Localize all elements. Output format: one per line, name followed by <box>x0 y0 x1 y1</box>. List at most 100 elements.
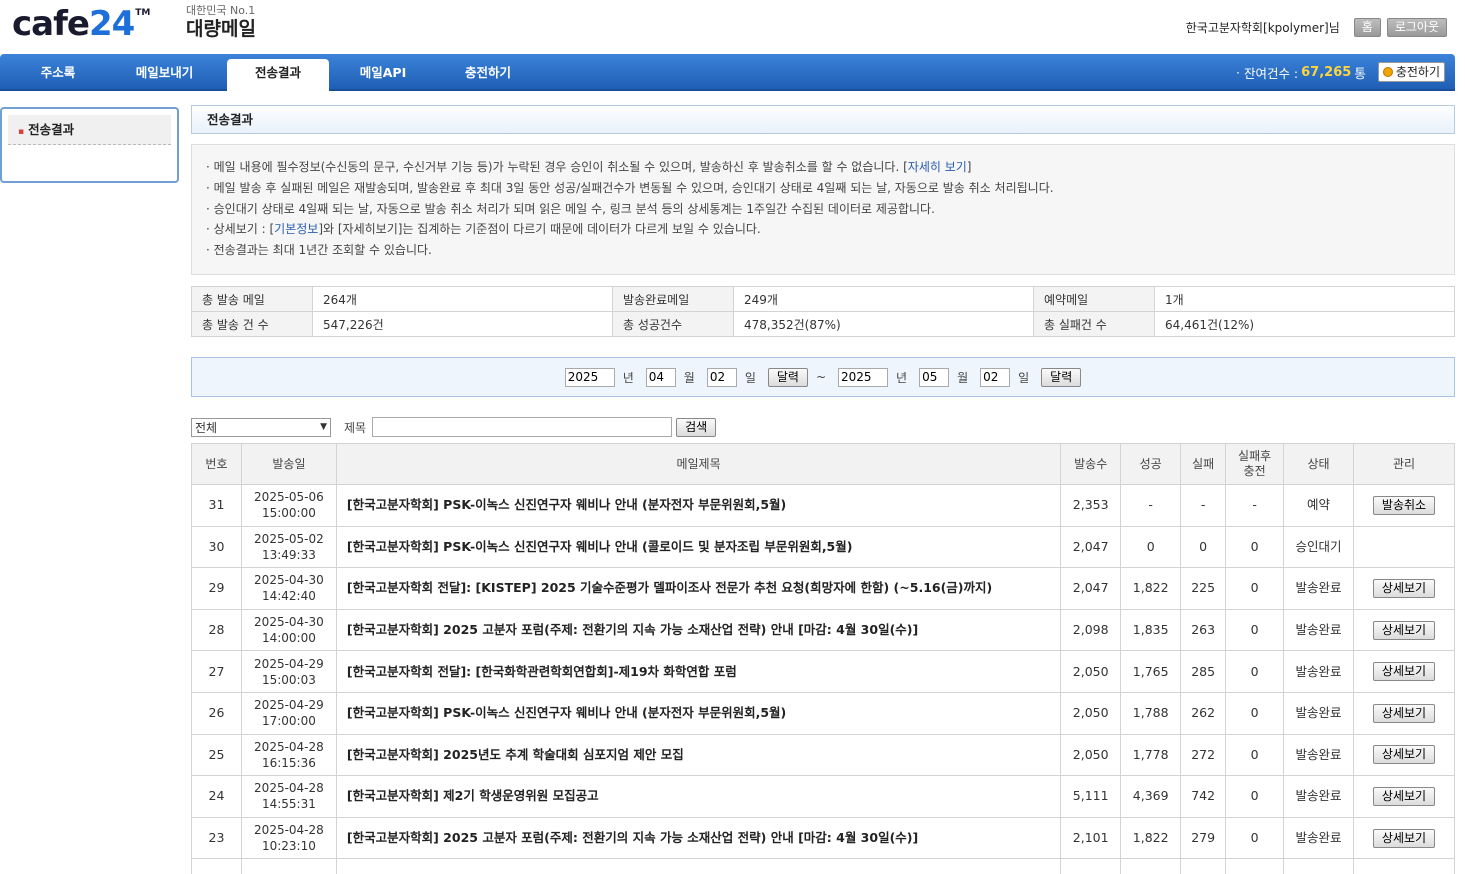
main-content: 전송결과 · 메일 내용에 필수정보(수신동의 문구, 수신거부 기능 등)가 … <box>191 105 1455 874</box>
cancel-send-button[interactable]: 발송취소 <box>1372 495 1436 515</box>
view-detail-button[interactable]: 상세보기 <box>1372 786 1436 806</box>
search-bar: 전체 ▼ 제목 검색 <box>191 417 1455 437</box>
to-day-input[interactable] <box>980 367 1011 387</box>
nav-tab-address-book[interactable]: 주소록 <box>8 54 108 91</box>
row-fail: 263 <box>1180 608 1227 652</box>
row-sent: 2,353 <box>1060 484 1122 527</box>
row-success: 1,822 <box>1120 567 1182 610</box>
to-month-input[interactable] <box>919 367 950 387</box>
nav-tab-send-results[interactable]: 전송결과 <box>227 59 329 93</box>
result-table: 번호 발송일 메일제목 발송수 성공 실패 실패후 충전 상태 관리 31 2025… <box>191 443 1455 874</box>
col-fail: 실패 <box>1180 443 1227 485</box>
row-fail: 742 <box>1180 775 1227 818</box>
row-no: 30 <box>191 525 242 569</box>
year-unit: 년 <box>622 370 634 385</box>
from-day-input[interactable] <box>706 367 737 387</box>
from-year-input[interactable] <box>564 367 615 387</box>
basic-info-link[interactable]: 기본정보 <box>274 222 318 236</box>
row-subject[interactable]: [한국고분자학회] PSK-이녹스 신진연구자 웨비나 안내 (분자전자 부문위… <box>335 484 1062 527</box>
row-subject[interactable]: [한국고분자학회] 제2기 학생운영위원 모집공고 <box>335 775 1062 818</box>
charge-button[interactable]: 충전하기 <box>1377 62 1445 82</box>
row-status[interactable]: 승인대기 <box>1283 525 1354 569</box>
row-manage: 상세보기 <box>1353 733 1455 777</box>
row-recharge: 0 <box>1225 816 1285 860</box>
range-separator: ~ <box>815 370 827 384</box>
view-detail-button[interactable]: 상세보기 <box>1372 745 1436 765</box>
summary-label: 발송완료메일 <box>612 286 734 312</box>
view-detail-button[interactable]: 상세보기 <box>1372 662 1436 682</box>
detail-link[interactable]: 자세히 보기 <box>908 160 967 174</box>
row-success: 1,822 <box>1120 816 1182 860</box>
cafe24-logo[interactable]: cafe24 TM <box>12 4 150 44</box>
row-recharge: 0 <box>1225 775 1285 818</box>
summary-label: 총 실패건 수 <box>1033 311 1155 337</box>
coin-icon <box>1382 67 1393 77</box>
summary-label: 총 발송 건 수 <box>191 311 313 337</box>
notice-box: · 메일 내용에 필수정보(수신동의 문구, 수신거부 기능 등)가 누락된 경… <box>191 144 1455 275</box>
row-subject[interactable]: [한국고분자학회] PSK-이녹스 신진연구자 웨비나 안내 (콜로이드 및 분… <box>335 525 1062 569</box>
search-field-label: 제목 <box>344 420 367 435</box>
table-row: 29 2025-04-30 14:42:40 [한국고분자학회 전달]: [KISTE… <box>191 567 1455 610</box>
to-year-input[interactable] <box>838 367 889 387</box>
view-detail-button[interactable]: 상세보기 <box>1372 828 1436 848</box>
table-row: 30 2025-05-02 13:49:33 [한국고분자학회] PSK-이녹스 신진… <box>191 525 1455 569</box>
remaining-label: 잔여건수 : <box>1243 65 1299 81</box>
summary-value: 264개 <box>312 286 613 312</box>
search-input[interactable] <box>372 417 673 437</box>
view-detail-button[interactable]: 상세보기 <box>1372 620 1436 640</box>
row-sent: 2,101 <box>1060 816 1122 860</box>
row-no: 31 <box>191 484 242 527</box>
category-select[interactable]: 전체 ▼ <box>191 417 331 437</box>
row-subject[interactable]: [한국고분자학회] 2025 고분자 포럼(주제: 전환기의 지속 가능 소재산… <box>335 816 1062 860</box>
search-button[interactable]: 검색 <box>676 417 717 437</box>
row-status[interactable]: 예약 <box>1283 484 1354 527</box>
row-subject[interactable]: [한국고분자학회] PSK-이녹스 신진연구자 웨비나 안내 (분자전자 부문위… <box>335 691 1062 735</box>
row-date: 2025-04-29 15:00:03 <box>240 650 337 693</box>
nav-tab-send-mail[interactable]: 메일보내기 <box>112 54 217 91</box>
row-success <box>1120 858 1182 874</box>
row-subject[interactable] <box>335 858 1062 874</box>
tagline: 대한민국 No.1 <box>186 4 256 17</box>
from-calendar-button[interactable]: 달력 <box>767 367 808 387</box>
home-button[interactable]: 홈 <box>1353 18 1381 37</box>
from-month-input[interactable] <box>645 367 676 387</box>
view-detail-button[interactable]: 상세보기 <box>1372 703 1436 723</box>
row-subject[interactable]: [한국고분자학회 전달]: [KISTEP] 2025 기술수준평가 델파이조사… <box>335 567 1062 610</box>
bullet-icon: ▪ <box>18 127 25 137</box>
table-row: 27 2025-04-29 15:00:03 [한국고분자학회 전달]: [한국화학관… <box>191 650 1455 693</box>
col-no: 번호 <box>191 443 242 485</box>
table-row: 28 2025-04-30 14:00:00 [한국고분자학회] 2025 고분자 포… <box>191 608 1455 652</box>
nav-tab-mail-api[interactable]: 메일API <box>334 54 432 91</box>
summary-label: 예약메일 <box>1033 286 1155 312</box>
row-fail: 279 <box>1180 816 1227 860</box>
row-no: 25 <box>191 733 242 777</box>
row-recharge: 0 <box>1225 691 1285 735</box>
header: cafe24 TM 대한민국 No.1 대량메일 한국고분자학회[kpolyme… <box>0 0 1465 54</box>
row-subject[interactable]: [한국고분자학회 전달]: [한국화학관련학회연합회]-제19차 화학연합 포럼 <box>335 650 1062 693</box>
summary-label: 총 성공건수 <box>612 311 734 337</box>
row-recharge: 0 <box>1225 650 1285 693</box>
row-sent: 5,111 <box>1060 775 1122 818</box>
row-no: 23 <box>191 816 242 860</box>
row-manage: 상세보기 <box>1353 775 1455 818</box>
row-no: 27 <box>191 650 242 693</box>
user-area: 한국고분자학회[kpolymer]님 홈 로그아웃 <box>1186 18 1447 37</box>
row-success: 1,778 <box>1120 733 1182 777</box>
sidebar-item-send-results[interactable]: ▪ 전송결과 <box>8 115 171 145</box>
row-sent: 2,050 <box>1060 733 1122 777</box>
month-unit: 월 <box>957 370 969 385</box>
year-unit: 년 <box>896 370 908 385</box>
row-status: 발송완료 <box>1283 816 1354 860</box>
page-title: 전송결과 <box>191 105 1455 134</box>
row-subject[interactable]: [한국고분자학회] 2025년도 추계 학술대회 심포지엄 제안 모집 <box>335 733 1062 777</box>
notice-line: · 메일 발송 후 실패된 메일은 재발송되며, 발송완료 후 최대 3일 동안… <box>206 180 1054 195</box>
row-success: 1,835 <box>1120 608 1182 652</box>
row-subject[interactable]: [한국고분자학회] 2025 고분자 포럼(주제: 전환기의 지속 가능 소재산… <box>335 608 1062 652</box>
nav-tab-recharge[interactable]: 충전하기 <box>438 54 538 91</box>
row-fail <box>1180 858 1227 874</box>
view-detail-button[interactable]: 상세보기 <box>1372 578 1436 598</box>
logout-button[interactable]: 로그아웃 <box>1386 18 1447 37</box>
row-sent: 2,047 <box>1060 525 1122 569</box>
to-calendar-button[interactable]: 달력 <box>1041 367 1082 387</box>
day-unit: 일 <box>1018 370 1030 385</box>
